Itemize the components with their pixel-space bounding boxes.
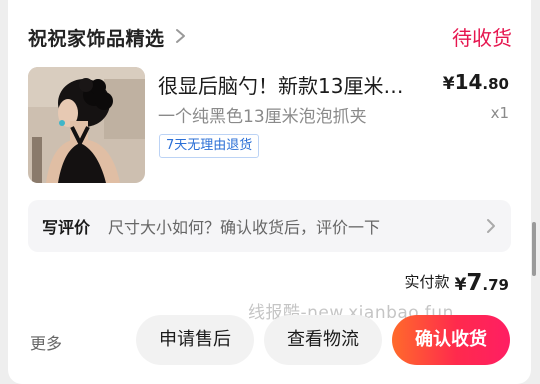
product-thumbnail[interactable] (28, 67, 145, 183)
confirm-receipt-button[interactable]: 确认收货 (392, 315, 510, 365)
chevron-right-icon (176, 29, 185, 43)
price-integer: 14 (454, 70, 483, 94)
product-quantity: x1 (490, 104, 509, 122)
store-name[interactable]: 祝祝家饰品精选 (28, 24, 165, 51)
review-prompt: 尺寸大小如何？确认收货后，评价一下 (108, 218, 381, 237)
paid-currency: ¥ (454, 275, 467, 295)
paid-amount: 实付款 ¥7.79 (404, 270, 509, 300)
paid-decimal: .79 (482, 276, 509, 294)
product-title[interactable]: 很显后脑勺！新款13厘米… (158, 70, 430, 99)
scrollbar[interactable] (532, 222, 536, 276)
chevron-right-icon (487, 219, 495, 233)
price-decimal: .80 (482, 75, 509, 93)
order-status: 待收货 (452, 26, 512, 50)
more-button[interactable]: 更多 (30, 330, 62, 354)
service-tag: 7天无理由退货 (159, 134, 260, 158)
store-row[interactable]: 祝祝家饰品精选 待收货 (28, 22, 512, 50)
paid-label: 实付款 (404, 273, 450, 291)
view-logistics-button[interactable]: 查看物流 (264, 315, 382, 365)
product-photo (28, 67, 145, 183)
review-label: 写评价 (42, 218, 91, 237)
paid-integer: 7 (466, 270, 483, 296)
write-review-bar[interactable]: 写评价 尺寸大小如何？确认收货后，评价一下 (28, 200, 511, 252)
product-spec: 一个纯黑色13厘米泡泡抓夹 (158, 107, 367, 127)
product-price: ¥14.80 (443, 70, 509, 94)
after-sale-button[interactable]: 申请售后 (136, 315, 254, 365)
price-currency: ¥ (442, 74, 455, 94)
